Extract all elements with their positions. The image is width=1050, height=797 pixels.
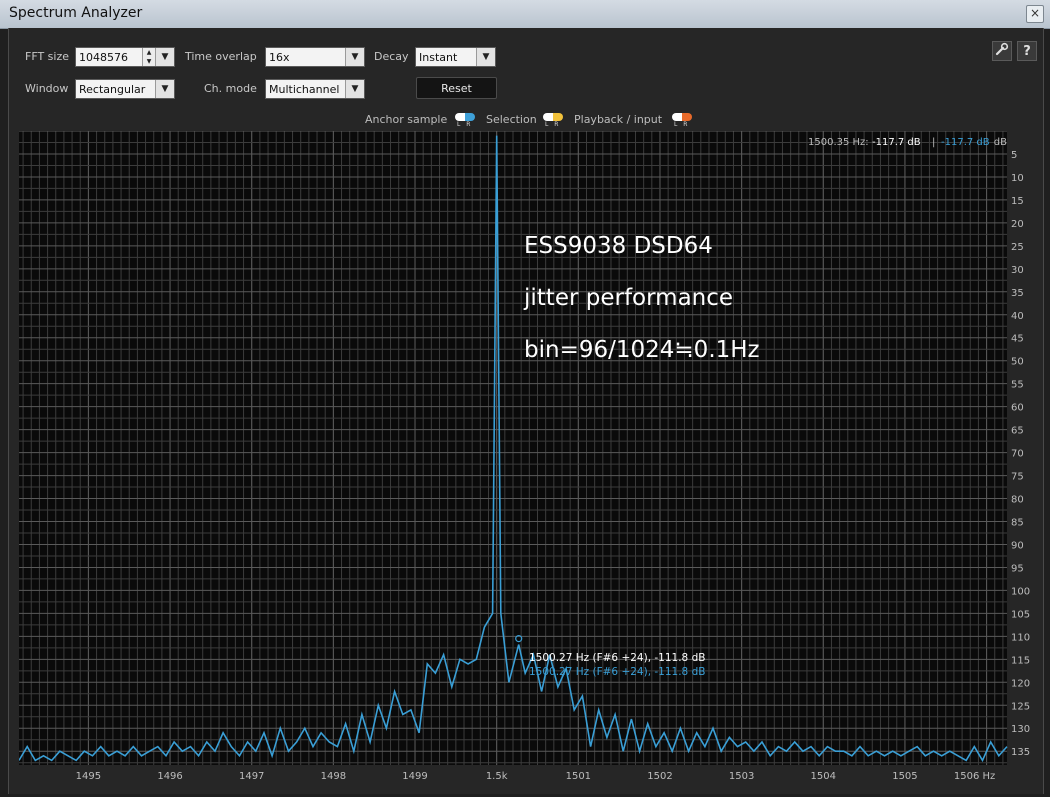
x-tick-label: 1504 [811, 771, 836, 782]
y-tick-label: 10 [1011, 173, 1024, 184]
x-tick-label: 1502 [647, 771, 672, 782]
cursor-readout-left: 1500.27 Hz (F#6 +24), -111.8 dB [529, 652, 705, 664]
legend-playback-swatch [672, 113, 692, 121]
title-bar: Spectrum Analyzer × [0, 0, 1050, 29]
legend-anchor-swatch [455, 113, 475, 121]
legend-selection-swatch [543, 113, 563, 121]
y-tick-label: 35 [1011, 288, 1024, 299]
time-overlap-value: 16x [269, 51, 290, 64]
x-tick-label: 1501 [566, 771, 591, 782]
spectrum-plot[interactable]: 5 10 15 20 25 30 35 40 45 50 55 60 65 70 75 80 85 90 95 100… [18, 130, 1033, 793]
reset-button[interactable]: Reset [416, 77, 497, 99]
x-tick-label: 1506 Hz [954, 771, 995, 782]
fft-size-select[interactable]: 1048576 ▲ ▼ ▼ [75, 47, 175, 67]
y-tick-label: 115 [1011, 655, 1030, 666]
x-tick-label: 1498 [321, 771, 346, 782]
spinner-icon[interactable]: ▲ ▼ [142, 48, 155, 66]
time-overlap-label: Time overlap [185, 50, 257, 63]
y-tick-label: 85 [1011, 518, 1024, 529]
readout-separator: | [932, 137, 935, 148]
y-tick-label: 130 [1011, 724, 1030, 735]
legend-selection-label: Selection [486, 113, 537, 126]
chevron-down-icon[interactable]: ▼ [345, 80, 364, 98]
window-select[interactable]: Rectangular ▼ [75, 79, 175, 99]
y-tick-label: 135 [1011, 747, 1030, 758]
y-tick-label: 120 [1011, 678, 1030, 689]
window-value: Rectangular [79, 83, 146, 96]
readout-left-db: -117.7 dB [872, 137, 921, 148]
y-tick-label: 105 [1011, 609, 1030, 620]
decay-label: Decay [374, 50, 409, 63]
readout-frequency: 1500.35 Hz: [808, 137, 869, 148]
y-tick-label: 100 [1011, 586, 1030, 597]
y-tick-label: 40 [1011, 311, 1024, 322]
x-tick-label: 1.5k [486, 771, 508, 782]
time-overlap-select[interactable]: 16x ▼ [265, 47, 365, 67]
y-axis-ticks: 5 10 15 20 25 30 35 40 45 50 55 60 65 70 75 80 85 90 95 100… [1011, 150, 1030, 758]
y-tick-label: 70 [1011, 449, 1024, 460]
window-label: Window [25, 82, 69, 95]
y-tick-label: 110 [1011, 632, 1030, 643]
y-tick-label: 15 [1011, 196, 1024, 207]
chevron-down-icon[interactable]: ▼ [155, 48, 174, 66]
x-tick-label: 1503 [729, 771, 754, 782]
decay-value: Instant [419, 51, 458, 64]
fft-size-label: FFT size [25, 50, 70, 63]
ch-mode-value: Multichannel [269, 83, 340, 96]
y-tick-label: 95 [1011, 563, 1024, 574]
y-tick-label: 125 [1011, 701, 1030, 712]
y-tick-label: 20 [1011, 219, 1024, 230]
y-tick-label: 65 [1011, 426, 1024, 437]
x-axis-ticks: 1495 1496 1497 1498 1499 1.5k 1501 1502 1503 1504… [76, 771, 996, 782]
decay-select[interactable]: Instant ▼ [415, 47, 496, 67]
annotation-line-3: bin=96/1024≒0.1Hz [524, 337, 760, 363]
y-tick-label: 90 [1011, 540, 1024, 551]
legend-anchor-lr: L R [457, 121, 473, 128]
y-tick-label: 30 [1011, 265, 1024, 276]
y-tick-label: 50 [1011, 357, 1024, 368]
annotation-line-1: ESS9038 DSD64 [524, 233, 713, 259]
y-tick-label: 25 [1011, 242, 1024, 253]
y-tick-label: 80 [1011, 495, 1024, 506]
ch-mode-select[interactable]: Multichannel ▼ [265, 79, 365, 99]
y-tick-label: 75 [1011, 472, 1024, 483]
legend-playback-lr: L R [674, 121, 690, 128]
db-unit-label: dB [994, 137, 1007, 148]
annotation-line-2: jitter performance [523, 285, 733, 311]
readout-right-db: -117.7 dB [941, 137, 990, 148]
wrench-icon-glyph [995, 42, 1009, 56]
help-button[interactable]: ? [1017, 41, 1037, 61]
window-title: Spectrum Analyzer [9, 5, 143, 21]
wrench-icon[interactable] [992, 41, 1012, 61]
fft-size-value: 1048576 [79, 51, 128, 64]
analyzer-panel: FFT size 1048576 ▲ ▼ ▼ Time overlap 16x ▼… [8, 28, 1044, 794]
x-tick-label: 1505 [892, 771, 917, 782]
ch-mode-label: Ch. mode [204, 82, 257, 95]
x-tick-label: 1499 [402, 771, 427, 782]
x-tick-label: 1497 [239, 771, 264, 782]
x-tick-label: 1495 [76, 771, 101, 782]
chevron-down-icon[interactable]: ▼ [345, 48, 364, 66]
chevron-down-icon[interactable]: ▼ [476, 48, 495, 66]
y-tick-label: 60 [1011, 403, 1024, 414]
y-tick-label: 45 [1011, 334, 1024, 345]
legend-selection-lr: L R [545, 121, 561, 128]
chevron-down-icon[interactable]: ▼ [155, 80, 174, 98]
spectrum-chart[interactable]: 5 10 15 20 25 30 35 40 45 50 55 60 65 70 75 80 85 90 95 100… [18, 130, 1033, 793]
legend-anchor-label: Anchor sample [365, 113, 448, 126]
legend-playback-label: Playback / input [574, 113, 663, 126]
y-tick-label: 55 [1011, 380, 1024, 391]
x-tick-label: 1496 [157, 771, 182, 782]
close-button[interactable]: × [1026, 5, 1044, 23]
cursor-readout-right: 1500.27 Hz (F#6 +24), -111.8 dB [529, 666, 705, 678]
y-tick-label: 5 [1011, 150, 1017, 161]
